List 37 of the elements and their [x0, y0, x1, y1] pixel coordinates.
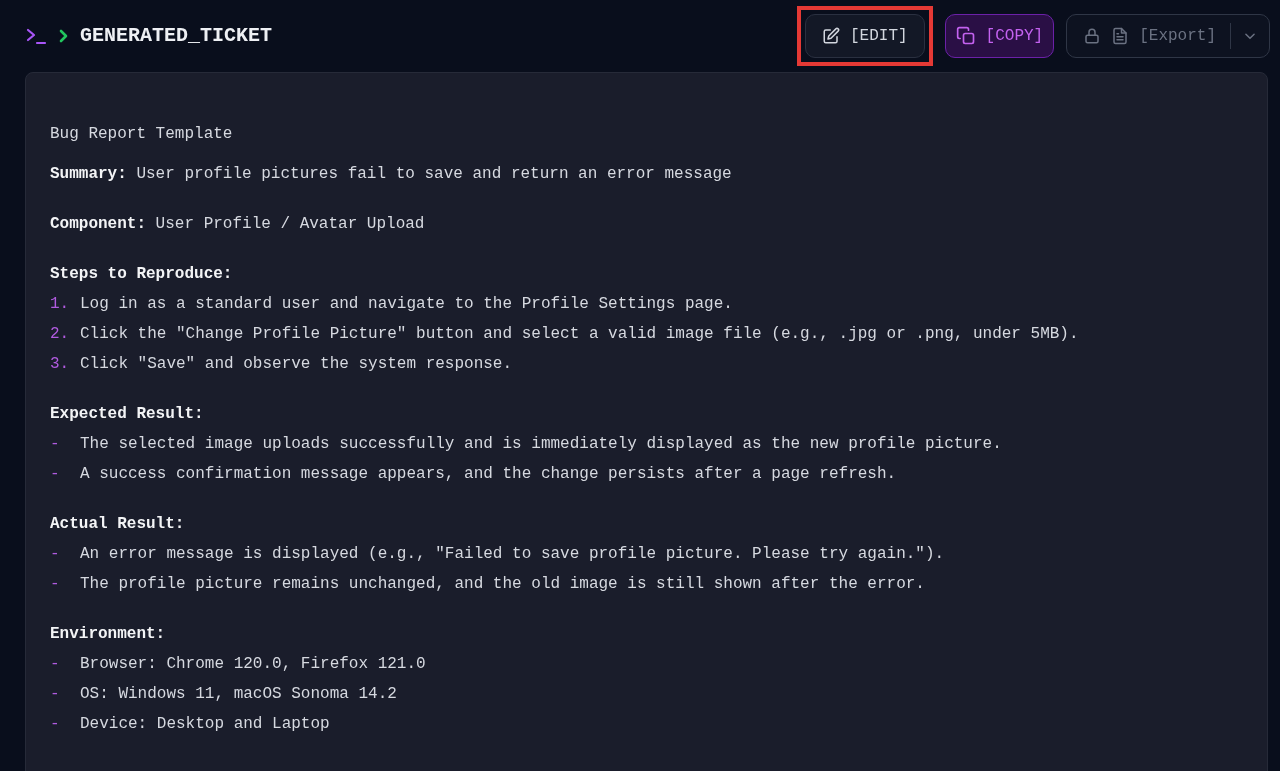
edit-button[interactable]: [EDIT] [804, 14, 925, 58]
list-marker: - [50, 464, 61, 485]
field-line: Component: User Profile / Avatar Upload [50, 214, 426, 235]
list-item-text: An error message is displayed (e.g., "Failed to save profile picture. Please try again."). [80, 544, 945, 565]
list-marker: 2. [50, 324, 71, 345]
copy-button[interactable]: [COPY] [944, 14, 1055, 58]
terminal-icon [26, 27, 48, 45]
chevron-right-icon [58, 29, 70, 43]
list-item-text: The selected image uploads successfully and is immediately displayed as the new profile picture. [80, 434, 1002, 455]
list-marker: 3. [50, 354, 71, 375]
list-item-text: Click "Save" and observe the system response. [80, 354, 513, 375]
export-button[interactable]: [Export] [1067, 15, 1230, 57]
copy-icon [955, 26, 976, 46]
list-marker: - [50, 574, 61, 595]
section-title: Steps to Reproduce: [50, 264, 234, 285]
list-item-text: Log in as a standard user and navigate to the Profile Settings page. [80, 294, 733, 315]
section-title: Environment: [50, 624, 167, 645]
document-heading: Bug Report Template [50, 124, 234, 145]
list-marker: - [50, 714, 61, 735]
list-item-text: Device: Desktop and Laptop [80, 714, 330, 735]
list-marker: - [50, 654, 61, 675]
page-title: GENERATED_TICKET [80, 23, 273, 49]
document-icon [1111, 27, 1130, 45]
lock-icon [1083, 27, 1102, 45]
list-item-text: Browser: Chrome 120.0, Firefox 121.0 [80, 654, 426, 675]
list-marker: - [50, 434, 61, 455]
list-item-text: Click the "Change Profile Picture" button and select a valid image file (e.g., .jpg or .png, under 5MB). [80, 324, 1079, 345]
edit-icon [821, 27, 840, 45]
list-marker: - [50, 684, 61, 705]
list-item-text: The profile picture remains unchanged, and the old image is still shown after the error. [80, 574, 925, 595]
section-title: Expected Result: [50, 404, 205, 425]
list-marker: 1. [50, 294, 71, 315]
list-item-text: OS: Windows 11, macOS Sonoma 14.2 [80, 684, 397, 705]
section-title: Actual Result: [50, 514, 186, 535]
list-item-text: A success confirmation message appears, and the change persists after a page refresh. [80, 464, 897, 485]
list-marker: - [50, 544, 61, 565]
field-line: Summary: User profile pictures fail to save and return an error message [50, 164, 733, 185]
